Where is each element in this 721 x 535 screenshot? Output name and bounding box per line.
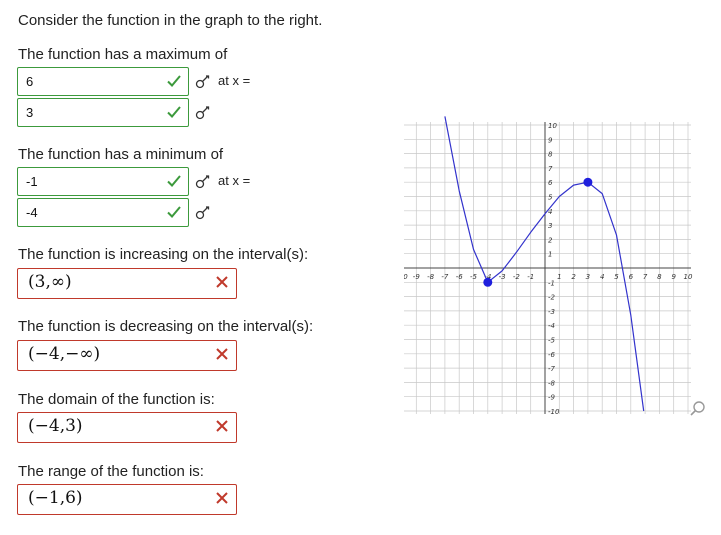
x-tick-label: 3: [586, 273, 590, 281]
min-value-field[interactable]: -1: [17, 167, 189, 196]
key-icon[interactable]: [195, 204, 211, 220]
min-at-x-label: at x =: [218, 173, 251, 188]
x-tick-label: 7: [643, 273, 648, 281]
prompt-text: Consider the function in the graph to th…: [18, 12, 323, 29]
max-x-text: 3: [26, 105, 34, 120]
y-tick-label: -5: [548, 337, 556, 345]
x-tick-label: 2: [571, 273, 576, 281]
y-tick-label: -10: [548, 408, 560, 416]
y-tick-label: -3: [548, 308, 555, 316]
y-tick-label: 2: [548, 236, 553, 244]
check-icon: [167, 175, 181, 187]
range-field[interactable]: (−1,6): [17, 484, 237, 515]
function-graph: -10-9-8-7-6-5-4-3-2-11234567891010987654…: [404, 116, 693, 416]
x-tick-label: -5: [470, 273, 478, 281]
domain-field[interactable]: (−4,3): [17, 412, 237, 443]
y-tick-label: 7: [548, 165, 553, 173]
min-x-text: -4: [26, 205, 38, 220]
min-x-field[interactable]: -4: [17, 198, 189, 227]
increasing-field[interactable]: (3,∞): [17, 268, 237, 299]
function-curve: [444, 116, 645, 412]
check-icon: [167, 106, 181, 118]
key-icon[interactable]: [195, 73, 211, 89]
x-tick-label: -9: [413, 273, 421, 281]
x-tick-label: 6: [629, 273, 634, 281]
decreasing-label: The function is decreasing on the interv…: [18, 318, 314, 335]
x-tick-label: 4: [600, 273, 604, 281]
y-tick-label: -2: [548, 294, 556, 302]
range-label: The range of the function is:: [18, 463, 204, 480]
x-mark-icon: [216, 420, 228, 432]
x-tick-label: -8: [427, 273, 435, 281]
x-mark-icon: [216, 348, 228, 360]
x-tick-label: -10: [404, 273, 408, 281]
extremum-point: [483, 277, 493, 287]
increasing-label: The function is increasing on the interv…: [18, 246, 309, 263]
y-tick-label: 10: [548, 122, 557, 130]
y-tick-label: -7: [548, 365, 556, 373]
y-tick-label: -9: [548, 394, 556, 402]
min-value-text: -1: [26, 174, 38, 189]
check-icon: [167, 206, 181, 218]
x-tick-label: -7: [441, 273, 449, 281]
magnify-icon[interactable]: [689, 400, 707, 418]
check-icon: [167, 75, 181, 87]
y-tick-label: -4: [548, 322, 555, 330]
x-tick-label: 10: [684, 273, 693, 281]
y-tick-label: 8: [548, 151, 553, 159]
x-tick-label: 1: [557, 273, 561, 281]
domain-value: (−4,3): [28, 416, 83, 436]
y-tick-label: 3: [548, 222, 552, 230]
min-label: The function has a minimum of: [18, 146, 224, 163]
x-tick-label: -6: [456, 273, 464, 281]
y-tick-label: 1: [548, 251, 552, 259]
key-icon[interactable]: [195, 104, 211, 120]
max-label: The function has a maximum of: [18, 46, 228, 63]
extremum-point: [583, 177, 593, 187]
decreasing-field[interactable]: (−4,−∞): [17, 340, 237, 371]
y-tick-label: -6: [548, 351, 556, 359]
y-tick-label: -1: [548, 279, 555, 287]
y-tick-label: -8: [548, 379, 556, 387]
x-tick-label: -3: [499, 273, 506, 281]
y-tick-label: 5: [548, 194, 553, 202]
max-at-x-label: at x =: [218, 73, 251, 88]
x-tick-label: -1: [527, 273, 534, 281]
x-tick-label: -2: [513, 273, 521, 281]
x-tick-label: 9: [671, 273, 676, 281]
decreasing-value: (−4,−∞): [28, 344, 101, 364]
range-value: (−1,6): [28, 488, 83, 508]
increasing-value: (3,∞): [28, 272, 72, 292]
key-icon[interactable]: [195, 173, 211, 189]
max-value-text: 6: [26, 74, 34, 89]
x-tick-label: 8: [657, 273, 662, 281]
max-x-field[interactable]: 3: [17, 98, 189, 127]
y-tick-label: 6: [548, 179, 553, 187]
y-tick-label: 9: [548, 136, 553, 144]
x-mark-icon: [216, 276, 228, 288]
max-value-field[interactable]: 6: [17, 67, 189, 96]
x-mark-icon: [216, 492, 228, 504]
x-tick-label: 5: [614, 273, 619, 281]
domain-label: The domain of the function is:: [18, 391, 215, 408]
